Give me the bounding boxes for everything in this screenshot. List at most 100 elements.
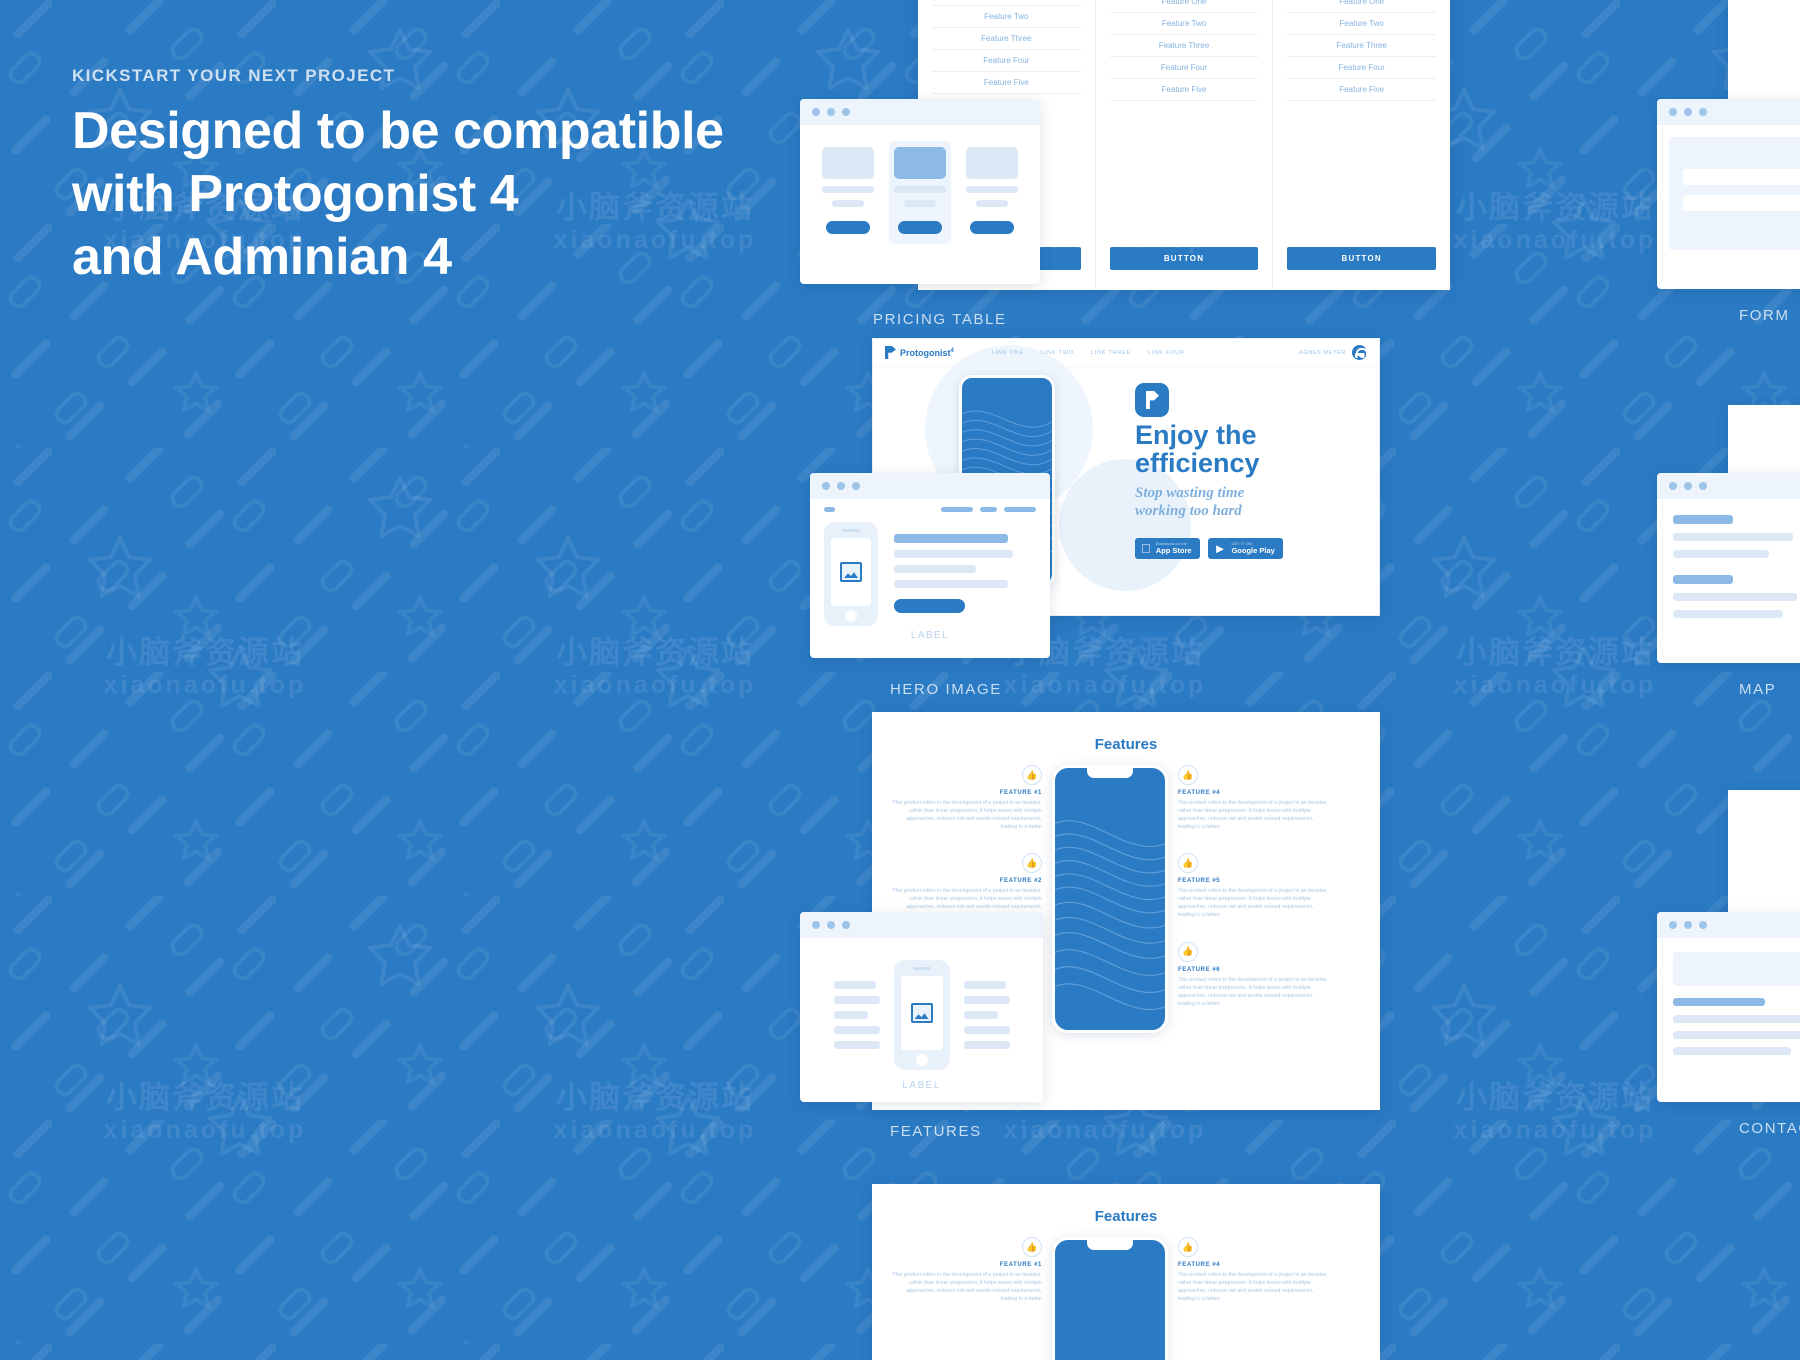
mock-nav-link[interactable]	[1004, 507, 1036, 512]
window-close-dot[interactable]	[812, 921, 820, 929]
nav-link-three[interactable]: LINK THREE	[1091, 350, 1131, 356]
window-close-dot[interactable]	[812, 108, 820, 116]
map-browser-mockup[interactable]: MAP	[1657, 473, 1800, 698]
brand-logo[interactable]: Protogonist4	[885, 346, 954, 359]
window-minimize-dot[interactable]	[827, 921, 835, 929]
price-feature-row: Feature Three	[1287, 35, 1437, 57]
hero-subtitle-line-1: Stop wasting time	[1135, 485, 1245, 502]
price-cta-button[interactable]: BUTTON	[1287, 247, 1437, 270]
feature-body: This product refers to the development o…	[1178, 888, 1328, 919]
user-menu[interactable]: AGNES MEYER	[1299, 345, 1368, 360]
price-feature-list: Feature One Feature Two Feature Three Fe…	[932, 0, 1081, 94]
form-input-field[interactable]	[1683, 195, 1800, 211]
mock-map-content	[1657, 499, 1800, 618]
page-title: Designed to be compatible with Protogoni…	[72, 100, 772, 289]
browser-title-bar	[1657, 912, 1800, 938]
pricing-table-label: PRICING TABLE	[873, 311, 1007, 328]
mock-feature-col	[963, 981, 1010, 1049]
window-maximize-dot[interactable]	[1699, 482, 1707, 490]
window-minimize-dot[interactable]	[1684, 482, 1692, 490]
placeholder-line	[1673, 1031, 1800, 1039]
window-maximize-dot[interactable]	[1699, 108, 1707, 116]
mock-button[interactable]	[826, 221, 870, 234]
feature-item: 👍 FEATURE #4 This product refers to the …	[1178, 1237, 1328, 1303]
features-title: Features	[1094, 736, 1158, 753]
form-browser-mockup[interactable]: FORM	[1657, 99, 1800, 324]
hero-browser-mockup[interactable]: LABEL	[810, 473, 1050, 658]
window-close-dot[interactable]	[822, 482, 830, 490]
window-maximize-dot[interactable]	[842, 921, 850, 929]
eyebrow-text: KICKSTART YOUR NEXT PROJECT	[72, 66, 396, 85]
price-cta-button[interactable]: BUTTON	[1109, 247, 1259, 270]
placeholder-line	[1673, 998, 1765, 1006]
map-area[interactable]	[1673, 952, 1800, 986]
placeholder-block	[822, 147, 874, 179]
price-feature-row: Feature Five	[932, 72, 1081, 94]
badge-name: App Store	[1146, 546, 1192, 556]
mock-nav-link[interactable]	[941, 507, 973, 512]
hero-navbar: Protogonist4 LINK ONE LINK TWO LINK THRE…	[873, 339, 1379, 367]
mock-pricing-columns	[800, 125, 1040, 244]
price-feature-row: Feature Two	[1287, 13, 1437, 35]
pricing-browser-mockup[interactable]	[800, 99, 1040, 284]
map-label: MAP	[1739, 681, 1777, 698]
window-minimize-dot[interactable]	[827, 108, 835, 116]
placeholder-line	[904, 200, 936, 207]
phone-home-button	[845, 610, 857, 622]
app-store-badge[interactable]:  Download on the App Store	[1135, 538, 1200, 560]
thumbs-up-icon: 👍	[1178, 765, 1198, 785]
hero-copy: KICKSTART YOUR NEXT PROJECT Designed to …	[72, 66, 772, 289]
browser-title-bar	[800, 912, 1043, 938]
placeholder-line	[822, 186, 874, 193]
headline-line-2: with Protogonist 4	[72, 164, 519, 223]
mock-button[interactable]	[898, 221, 942, 234]
feature-title: FEATURE #6	[1178, 966, 1221, 973]
protogonist-logo-icon	[885, 346, 896, 359]
form-label: FORM	[1739, 307, 1790, 324]
price-feature-row: Feature Three	[1109, 35, 1259, 57]
price-feature-row: Feature Two	[1109, 13, 1259, 35]
window-maximize-dot[interactable]	[1699, 921, 1707, 929]
google-play-icon: ►	[1211, 541, 1227, 557]
price-column: 9.99USD This product refers to the devel…	[1273, 0, 1450, 290]
browser-window	[1657, 912, 1800, 1102]
features-card-secondary[interactable]: Features 👍 FEATURE #1 This product refer…	[872, 1184, 1380, 1360]
placeholder-line	[833, 996, 880, 1004]
placeholder-line	[833, 1011, 868, 1019]
mock-nav-link[interactable]	[980, 507, 997, 512]
features-preview-secondary: Features 👍 FEATURE #1 This product refer…	[872, 1184, 1380, 1360]
nav-link-one[interactable]: LINK ONE	[992, 350, 1024, 356]
window-close-dot[interactable]	[1669, 482, 1677, 490]
mock-form	[1669, 137, 1800, 250]
feature-title: FEATURE #1	[999, 790, 1042, 796]
features-label: FEATURES	[890, 1123, 982, 1140]
headline-line-3: and Adminian 4	[72, 227, 452, 286]
mock-price-col	[965, 147, 1019, 244]
window-close-dot[interactable]	[1669, 108, 1677, 116]
placeholder-line	[1673, 515, 1733, 524]
form-input-field[interactable]	[1683, 169, 1800, 185]
features-browser-mockup[interactable]: LABEL	[800, 912, 1043, 1102]
window-minimize-dot[interactable]	[837, 482, 845, 490]
window-minimize-dot[interactable]	[1684, 108, 1692, 116]
placeholder-line	[894, 186, 946, 193]
window-close-dot[interactable]	[1669, 921, 1677, 929]
price-feature-row: Feature One	[1287, 0, 1437, 13]
window-minimize-dot[interactable]	[1684, 921, 1692, 929]
mock-button[interactable]	[894, 599, 965, 613]
placeholder-line	[833, 1026, 880, 1034]
placeholder-line	[832, 200, 864, 207]
window-maximize-dot[interactable]	[842, 108, 850, 116]
google-play-badge[interactable]: ► GET IT ON Google Play	[1207, 538, 1283, 560]
mock-text-block	[894, 522, 1036, 613]
placeholder-line	[966, 186, 1018, 193]
nav-link-four[interactable]: LINK FOUR	[1148, 350, 1185, 356]
thumbs-up-icon: 👍	[1022, 765, 1042, 785]
price-feature-row: Feature Five	[1287, 79, 1437, 101]
contact-browser-mockup[interactable]: CONTACT	[1657, 912, 1800, 1137]
mock-button[interactable]	[970, 221, 1014, 234]
nav-link-two[interactable]: LINK TWO	[1041, 350, 1074, 356]
placeholder-line	[1673, 1015, 1800, 1023]
mock-logo	[824, 507, 835, 512]
window-maximize-dot[interactable]	[852, 482, 860, 490]
